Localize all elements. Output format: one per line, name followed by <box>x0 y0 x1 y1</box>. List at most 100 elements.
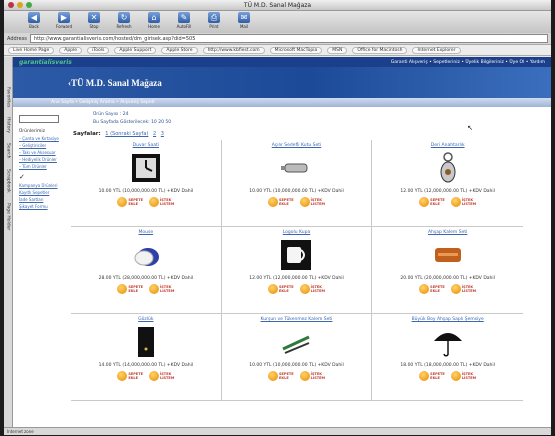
favorite-link[interactable]: iTools <box>87 46 110 54</box>
wishlist-button[interactable]: İSTEK LİSTEM <box>299 197 325 207</box>
side-tab[interactable]: Search <box>6 143 11 158</box>
mail-button[interactable]: ✉ Mail <box>234 12 254 29</box>
breadcrumb[interactable]: Ana Sayfa • Gelişmiş Arama • Alışveriş S… <box>13 98 551 107</box>
wishlist-button[interactable]: İSTEK LİSTEM <box>450 284 476 294</box>
add-to-cart-button[interactable]: SEPETE EKLE <box>117 371 143 381</box>
side-tab[interactable]: History <box>6 117 11 133</box>
mug-icon[interactable] <box>279 238 313 272</box>
site-logo[interactable]: garantialisveris <box>19 59 72 66</box>
wishlist-button[interactable]: İSTEK LİSTEM <box>148 197 174 207</box>
add-to-cart-button[interactable]: SEPETE EKLE <box>419 284 445 294</box>
page-link-1[interactable]: 1 (Sonraki Sayfa) <box>105 131 148 137</box>
stop-button[interactable]: ✕ Stop <box>84 12 104 29</box>
sidebar-link[interactable]: Kampanya Ürünleri <box>19 183 71 188</box>
wall-clock-icon[interactable] <box>129 151 163 185</box>
wishlist-coin-icon <box>148 371 159 381</box>
page-link-2[interactable]: 2 <box>153 131 156 137</box>
favorite-link[interactable]: Apple <box>59 46 83 54</box>
toolbar-label: Home <box>148 24 160 29</box>
refresh-button[interactable]: ↻ Refresh <box>114 12 134 29</box>
favorite-link[interactable]: Live Home Page <box>8 46 55 54</box>
favorite-link[interactable]: Microsoft MacTopia <box>269 46 323 54</box>
back-button[interactable]: ◀ Back <box>24 12 44 29</box>
category-link[interactable]: – Tüm Ürünler <box>19 164 71 169</box>
product-actions: SEPETE EKLE İSTEK LİSTEM <box>117 197 174 207</box>
add-to-cart-label: SEPETE EKLE <box>279 198 294 206</box>
sidebar-link[interactable]: Şikayet Formu <box>19 204 71 209</box>
wishlist-button[interactable]: İSTEK LİSTEM <box>148 284 174 294</box>
home-button[interactable]: ⌂ Home <box>144 12 164 29</box>
favorite-link[interactable]: Office for Macintosh <box>352 46 408 54</box>
close-window-button[interactable] <box>8 2 14 8</box>
product-name[interactable]: Deri Anahtarlık <box>431 143 465 148</box>
forward-button[interactable]: ▶ Forward <box>54 12 74 29</box>
category-link[interactable]: – Takı ve Aksesuar <box>19 150 71 155</box>
pen-case-icon[interactable] <box>431 238 465 272</box>
add-to-cart-button[interactable]: SEPETE EKLE <box>268 197 294 207</box>
sidebar-link[interactable]: Kayıtlı Sepetler <box>19 190 71 195</box>
product-actions: SEPETE EKLE İSTEK LİSTEM <box>117 371 174 381</box>
notebook-icon[interactable] <box>129 325 163 359</box>
favorite-link[interactable]: MSN <box>327 46 348 54</box>
refresh-icon: ↻ <box>118 12 130 23</box>
category-link[interactable]: – Çanta ve Kırtasiye <box>19 136 71 141</box>
add-to-cart-button[interactable]: SEPETE EKLE <box>117 197 143 207</box>
mail-icon: ✉ <box>238 12 250 23</box>
forward-arrow-icon: ▶ <box>58 12 70 23</box>
per-page-selector[interactable]: Bu Sayfada Gösterilecek: 10 20 50 <box>71 119 551 127</box>
product-actions: SEPETE EKLE İSTEK LİSTEM <box>419 197 476 207</box>
add-to-cart-button[interactable]: SEPETE EKLE <box>419 197 445 207</box>
minimize-window-button[interactable] <box>17 2 23 8</box>
product-name[interactable]: Büyük Boy Ahşap Saplı Şemsiye <box>412 317 484 322</box>
search-input[interactable] <box>19 115 59 123</box>
wishlist-button[interactable]: İSTEK LİSTEM <box>450 197 476 207</box>
product-name[interactable]: Logolu Kupa <box>283 230 311 235</box>
product-name[interactable]: Açılır Sedefli Kutu Seti <box>272 143 322 148</box>
product-name[interactable]: Gözlük <box>138 317 153 322</box>
add-to-cart-button[interactable]: SEPETE EKLE <box>268 284 294 294</box>
product-actions: SEPETE EKLE İSTEK LİSTEM <box>419 371 476 381</box>
favorite-link[interactable]: Internet Explorer <box>412 46 461 54</box>
side-tab[interactable]: Page Holder <box>6 203 11 230</box>
zoom-window-button[interactable] <box>26 2 32 8</box>
toolbar-label: Print <box>209 24 219 29</box>
usb-drive-icon[interactable] <box>279 151 313 185</box>
autofill-button[interactable]: ✎ AutoFill <box>174 12 194 29</box>
url-field[interactable]: http://www.garantialisveris.com/hosted/d… <box>29 34 548 43</box>
category-link[interactable]: – Geliştiriciler <box>19 143 71 148</box>
product-name[interactable]: Mouse <box>139 230 154 235</box>
wishlist-button[interactable]: İSTEK LİSTEM <box>299 284 325 294</box>
toolbar-label: Mail <box>239 24 249 29</box>
favorite-link[interactable]: Apple Support <box>114 46 157 54</box>
wishlist-coin-icon <box>299 284 310 294</box>
umbrella-icon[interactable] <box>431 325 465 359</box>
wishlist-button[interactable]: İSTEK LİSTEM <box>299 371 325 381</box>
product-card: Ahşap Kalem Seti 20.00 YTL (20,000,000.00… <box>372 227 523 314</box>
add-to-cart-button[interactable]: SEPETE EKLE <box>419 371 445 381</box>
side-tab[interactable]: Favorites <box>6 87 11 107</box>
wishlist-button[interactable]: İSTEK LİSTEM <box>450 371 476 381</box>
favorite-link[interactable]: Apple Store <box>161 46 198 54</box>
mouse-icon[interactable] <box>129 238 163 272</box>
browser-window: TÜ M.D. Sanal Mağaza ◀ Back ▶ Forward ✕ Stop ↻… <box>4 0 551 435</box>
cart-coin-icon <box>268 197 278 207</box>
wishlist-button[interactable]: İSTEK LİSTEM <box>148 371 174 381</box>
product-actions: SEPETE EKLE İSTEK LİSTEM <box>268 284 325 294</box>
cart-coin-icon <box>419 284 430 294</box>
side-tab[interactable]: Scrapbook <box>6 169 11 193</box>
favorite-link[interactable]: http://www.kbfiest.com <box>202 46 265 54</box>
add-to-cart-button[interactable]: SEPETE EKLE <box>268 371 294 381</box>
add-to-cart-button[interactable]: SEPETE EKLE <box>117 284 143 294</box>
pagination: Sayfalar: 1 (Sonraki Sayfa) 2 3 <box>71 131 551 137</box>
product-card: Logolu Kupa 12.00 YTL (12,000,000.00 TL) … <box>221 227 373 314</box>
product-name[interactable]: Kurşun ve Tükenmez Kalem Seti <box>261 317 333 322</box>
print-button[interactable]: ⎙ Print <box>204 12 224 29</box>
site-top-links[interactable]: Garanti Alışveriş • Sepetleriniz • Üyeli… <box>391 60 545 65</box>
keychain-icon[interactable] <box>431 151 465 185</box>
product-name[interactable]: Duvar Saati <box>133 143 159 148</box>
pen-set-icon[interactable] <box>279 325 313 359</box>
product-name[interactable]: Ahşap Kalem Seti <box>428 230 467 235</box>
page-link-3[interactable]: 3 <box>161 131 164 137</box>
category-link[interactable]: – Hediyelik Ürünler <box>19 157 71 162</box>
sidebar-link[interactable]: İade Sartları <box>19 197 71 202</box>
